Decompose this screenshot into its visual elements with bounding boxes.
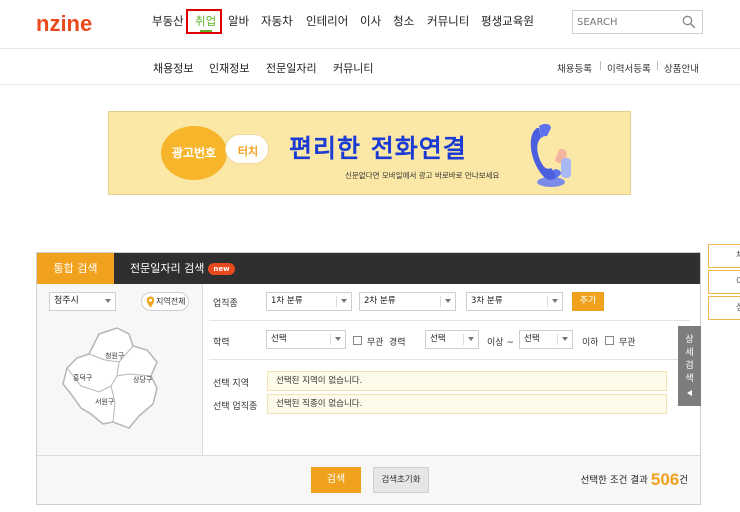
banner-bubble-secondary: 터치	[225, 134, 269, 164]
header-divider	[0, 48, 740, 49]
subnav-divider	[0, 84, 740, 85]
util-link-products[interactable]: 상품안내	[664, 61, 699, 75]
subnav-item-community[interactable]: 커뮤니티	[333, 60, 373, 76]
phone-icon	[530, 123, 571, 187]
chevron-down-icon	[341, 299, 347, 303]
job-category-label: 업직종	[213, 299, 238, 309]
banner-bubble-primary: 광고번호	[161, 126, 227, 180]
util-link-post-job[interactable]: 채용등록	[557, 61, 592, 75]
search-footer: 검색 검색초기화 선택한 조건 결과 506건	[37, 455, 700, 504]
location-pin-icon	[146, 296, 155, 308]
reset-search-button[interactable]: 검색초기화	[373, 467, 429, 493]
detail-search-label: 상세검색	[685, 335, 694, 384]
career-no-matter-label: 무관	[619, 338, 636, 348]
detail-search-toggle[interactable]: 상세검색	[678, 326, 701, 406]
chevron-down-icon	[562, 337, 568, 341]
search-button[interactable]: 검색	[311, 467, 361, 493]
tab-integrated-search[interactable]: 통합 검색	[37, 253, 114, 284]
career-label: 경력	[389, 338, 406, 348]
job-category-third-select[interactable]: 3차 분류	[466, 292, 563, 311]
util-link-post-resume[interactable]: 이력서등록	[607, 61, 651, 75]
side-tab-resume[interactable]: 이	[708, 270, 740, 294]
chevron-down-icon	[335, 337, 341, 341]
job-category-second-select[interactable]: 2차 분류	[359, 292, 456, 311]
chevron-down-icon	[552, 299, 558, 303]
selected-job-box: 선택된 직종이 없습니다.	[267, 394, 667, 414]
search-icon[interactable]	[682, 15, 696, 29]
form-divider	[209, 320, 690, 321]
map-label-seowon[interactable]: 서원구	[95, 397, 115, 406]
all-region-button[interactable]: 지역전체	[141, 292, 189, 311]
nav-item-cleaning[interactable]: 청소	[393, 13, 414, 29]
util-separator: |	[599, 61, 603, 71]
education-no-matter-label: 무관	[367, 338, 384, 348]
region-selector: 청주시 지역전체 청원구 흥덕구 상당구 서원구	[37, 284, 203, 455]
job-search-panel: 통합 검색 전문일자리 검색 new 청주시 지역전체 청원구 흥덕구 상당구 서…	[36, 252, 701, 505]
active-nav-underline	[200, 30, 212, 32]
chevron-down-icon	[445, 299, 451, 303]
education-label: 학력	[213, 338, 230, 348]
career-max-select[interactable]: 선택	[519, 330, 573, 349]
result-count: 선택한 조건 결과 506건	[580, 470, 688, 489]
chevron-down-icon	[468, 337, 474, 341]
new-badge: new	[208, 263, 235, 275]
selected-region-box: 선택된 지역이 없습니다.	[267, 371, 667, 391]
selected-job-label: 선택 업직종	[213, 402, 258, 412]
nav-item-car[interactable]: 자동차	[261, 13, 293, 29]
tab-professional-search[interactable]: 전문일자리 검색 new	[130, 253, 235, 284]
selected-region-label: 선택 지역	[213, 379, 249, 389]
city-select[interactable]: 청주시	[49, 292, 116, 311]
subnav-item-talent[interactable]: 인재정보	[209, 60, 249, 76]
education-no-matter-checkbox[interactable]	[353, 336, 362, 345]
result-count-number: 506	[650, 470, 680, 489]
education-select[interactable]: 선택	[266, 330, 346, 349]
chevron-down-icon	[105, 299, 111, 303]
region-map[interactable]: 청원구 흥덕구 상당구 서원구	[59, 324, 185, 434]
banner-title: 편리한 전화연결	[289, 134, 467, 163]
nav-item-interior[interactable]: 인테리어	[306, 13, 348, 29]
map-label-heungdeok[interactable]: 흥덕구	[73, 373, 93, 382]
subnav-item-jobinfo[interactable]: 채용정보	[153, 60, 193, 76]
ad-banner[interactable]: 광고번호 터치 편리한 전화연결 신문없다면 모바일에서 광고 바로바로 만나보…	[108, 111, 631, 195]
add-category-button[interactable]: 추가	[572, 292, 604, 311]
caret-left-icon	[687, 390, 692, 396]
form-divider	[209, 359, 690, 360]
nav-item-realestate[interactable]: 부동산	[152, 13, 184, 29]
search-input[interactable]	[577, 14, 677, 30]
nav-item-parttime[interactable]: 알바	[228, 13, 249, 29]
logo[interactable]: nzine	[36, 11, 92, 37]
subnav-item-professional[interactable]: 전문일자리	[266, 60, 317, 76]
nav-item-moving[interactable]: 이사	[360, 13, 381, 29]
career-above-label: 이상 ~	[487, 338, 514, 348]
util-separator: |	[656, 61, 660, 71]
career-min-select[interactable]: 선택	[425, 330, 479, 349]
search-box[interactable]	[572, 10, 703, 34]
banner-subtitle: 신문없다면 모바일에서 광고 바로바로 만나보세요	[345, 171, 500, 180]
map-label-cheongwon[interactable]: 청원구	[105, 351, 125, 360]
career-no-matter-checkbox[interactable]	[605, 336, 614, 345]
side-tab-job[interactable]: 채	[708, 244, 740, 268]
career-below-label: 이하	[582, 338, 599, 348]
side-tab-product[interactable]: 상	[708, 296, 740, 320]
map-label-sangdang[interactable]: 상당구	[133, 375, 153, 384]
nav-item-education[interactable]: 평생교육원	[481, 13, 534, 29]
job-category-first-select[interactable]: 1차 분류	[266, 292, 352, 311]
nav-item-community[interactable]: 커뮤니티	[427, 13, 469, 29]
